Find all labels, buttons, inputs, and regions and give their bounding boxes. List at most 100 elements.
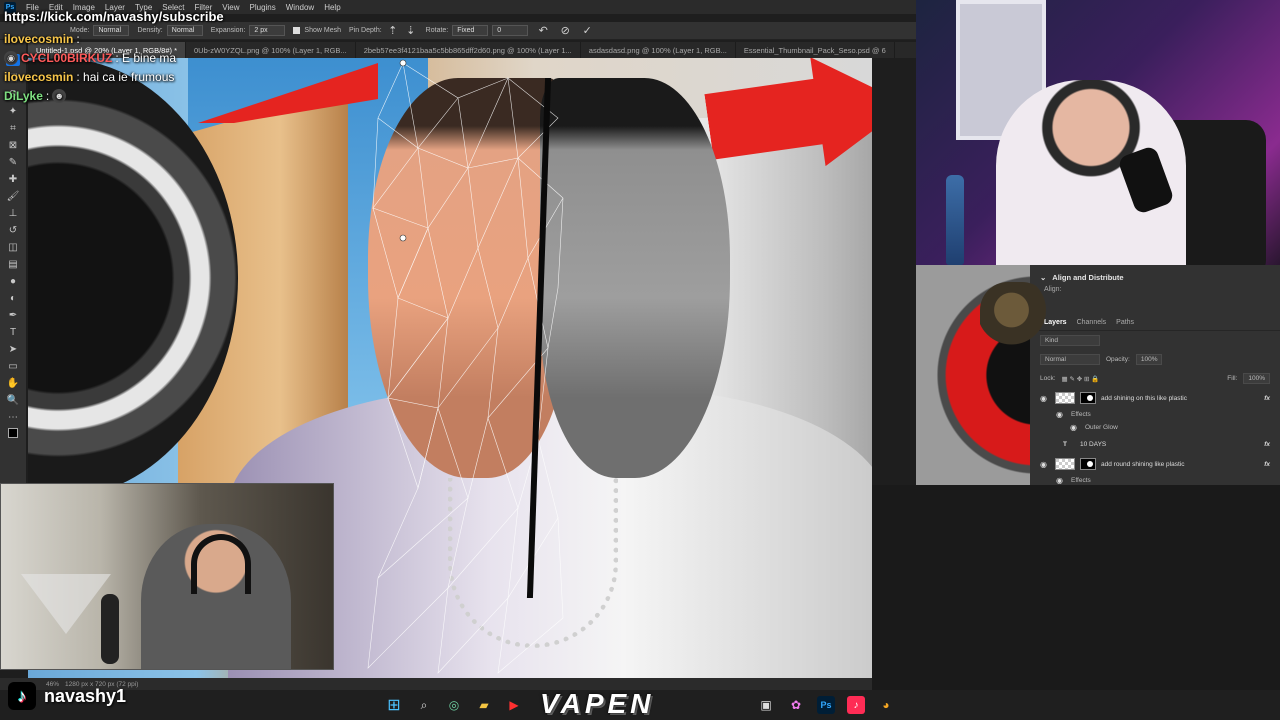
- gradient-tool-icon[interactable]: ▤: [6, 258, 20, 270]
- type-tool-icon[interactable]: T: [6, 326, 20, 338]
- tab-2beb57[interactable]: 2beb57ee3f4121baa5c5bb865dff2d60.png @ 1…: [356, 42, 581, 58]
- blend-row: Normal Opacity: 100%: [1030, 350, 1280, 369]
- menu-plugins[interactable]: Plugins: [250, 3, 276, 12]
- chat-badge-icon: ◉: [4, 51, 18, 65]
- eye-icon[interactable]: ◉: [1056, 476, 1066, 485]
- stamp-tool-icon[interactable]: ⊥: [6, 207, 20, 219]
- brush-tool-icon[interactable]: 🖌: [6, 190, 20, 202]
- fill-input[interactable]: 100%: [1243, 373, 1270, 384]
- layer-row[interactable]: T 10 DAYS fx: [1030, 434, 1280, 454]
- tiktok-app-icon[interactable]: ♪: [847, 696, 865, 714]
- pin-forward-icon[interactable]: ⇡: [386, 25, 400, 37]
- sponsor-logo: VAPEN: [540, 688, 655, 719]
- search-icon[interactable]: ⌕: [415, 696, 433, 714]
- layer-name[interactable]: add round shining like plastic: [1101, 461, 1184, 468]
- mascot-sticker: [980, 282, 1050, 352]
- empty-area: [872, 485, 1280, 690]
- show-mesh-label: Show Mesh: [304, 27, 341, 34]
- blur-tool-icon[interactable]: ●: [6, 275, 20, 287]
- cancel-icon[interactable]: ⊘: [558, 25, 572, 37]
- more-tools-icon[interactable]: ⋯: [6, 411, 20, 423]
- foreground-color-swatch[interactable]: [8, 428, 18, 438]
- type-layer-icon: T: [1063, 440, 1067, 448]
- eraser-tool-icon[interactable]: ◫: [6, 241, 20, 253]
- rotate-angle-input[interactable]: 0: [492, 25, 529, 36]
- headphones-icon: [191, 534, 251, 594]
- rotate-option: Rotate: Fixed 0: [426, 25, 529, 36]
- hand-tool-icon[interactable]: ✋: [6, 377, 20, 389]
- commit-check-icon[interactable]: ✓: [580, 25, 594, 37]
- chat-overlay: ilovecosmin : ◉ CYCL00BIRKUZ : E bine ma…: [4, 32, 284, 108]
- crop-tool-icon[interactable]: ⌗: [6, 122, 20, 134]
- pin-depth-label: Pin Depth:: [348, 27, 382, 34]
- layer-row[interactable]: ◉ add shining on this like plastic fx: [1030, 388, 1280, 408]
- windows-start-icon[interactable]: ⊞: [385, 696, 403, 714]
- bottle: [946, 175, 964, 265]
- opacity-input[interactable]: 100%: [1135, 354, 1163, 365]
- streamer-webcam: [916, 0, 1280, 265]
- lock-row: Lock: ▦ ✎ ✥ ⊞ 🔒 Fill: 100%: [1030, 369, 1280, 388]
- layer-name[interactable]: add shining on this like plastic: [1101, 395, 1187, 402]
- show-mesh-checkbox[interactable]: [293, 27, 301, 34]
- chat-message: ◉ CYCL00BIRKUZ : E bine ma: [4, 51, 284, 65]
- chat-message: ilovecosmin :: [4, 32, 284, 46]
- app-icon-2[interactable]: ◕: [877, 696, 895, 714]
- eyedropper-tool-icon[interactable]: ✎: [6, 156, 20, 168]
- align-distribute-title: Align and Distribute: [1052, 273, 1124, 282]
- photoshop-icon[interactable]: Ps: [817, 696, 835, 714]
- layers-tabs: Layers Channels Paths: [1030, 295, 1280, 331]
- healing-tool-icon[interactable]: ✚: [6, 173, 20, 185]
- blend-mode-select[interactable]: Normal: [1040, 354, 1100, 365]
- layer-name[interactable]: 10 DAYS: [1080, 441, 1106, 448]
- tab-essential-thumbnail[interactable]: Essential_Thumbnail_Pack_Seso.psd @ 6: [736, 42, 895, 58]
- tab-asdasdasd[interactable]: asdasdasd.png @ 100% (Layer 1, RGB...: [581, 42, 736, 58]
- eye-icon[interactable]: ◉: [1070, 423, 1080, 432]
- history-brush-icon[interactable]: ↺: [6, 224, 20, 236]
- app-icon[interactable]: ✿: [787, 696, 805, 714]
- subscribe-url: https://kick.com/navashy/subscribe: [4, 9, 224, 24]
- file-explorer-icon[interactable]: ▰: [475, 696, 493, 714]
- effects-label: Effects: [1071, 411, 1091, 418]
- kind-filter[interactable]: Kind: [1040, 335, 1100, 346]
- status-bar: 46% 1280 px x 720 px (72 ppi): [0, 678, 872, 690]
- martini-glass: [21, 574, 111, 634]
- menu-window[interactable]: Window: [286, 3, 314, 12]
- align-distribute-header[interactable]: ⌄ Align and Distribute: [1030, 265, 1280, 284]
- align-label: Align:: [1044, 286, 1062, 293]
- shape-tool-icon[interactable]: ▭: [6, 360, 20, 372]
- layer-mask-thumbnail[interactable]: [1080, 458, 1096, 470]
- rotate-select[interactable]: Fixed: [452, 25, 489, 36]
- show-mesh-option[interactable]: Show Mesh: [293, 27, 341, 34]
- fx-icon[interactable]: fx: [1264, 441, 1270, 448]
- chat-username: ilovecosmin: [4, 32, 74, 46]
- eye-icon[interactable]: ◉: [1040, 460, 1050, 469]
- tab-channels[interactable]: Channels: [1077, 319, 1107, 326]
- chevron-down-icon[interactable]: ⌄: [1040, 273, 1046, 282]
- fx-icon[interactable]: fx: [1264, 395, 1270, 402]
- opacity-label: Opacity:: [1106, 356, 1130, 363]
- tiktok-username: navashy1: [44, 685, 127, 706]
- copilot-icon[interactable]: ◎: [445, 696, 463, 714]
- zoom-tool-icon[interactable]: 🔍: [6, 394, 20, 406]
- chat-username: ilovecosmin: [4, 70, 74, 84]
- pen-tool-icon[interactable]: ✒: [6, 309, 20, 321]
- chat-username: CYCL00BIRKUZ: [21, 51, 113, 65]
- pin-backward-icon[interactable]: ⇣: [404, 25, 418, 37]
- eye-icon[interactable]: ◉: [1040, 394, 1050, 403]
- frame-tool-icon[interactable]: ⊠: [6, 139, 20, 151]
- layer-row[interactable]: ◉ add round shining like plastic fx: [1030, 454, 1280, 474]
- epic-games-icon[interactable]: ▣: [757, 696, 775, 714]
- youtube-icon[interactable]: ▶: [505, 696, 523, 714]
- path-select-tool-icon[interactable]: ➤: [6, 343, 20, 355]
- lock-icons[interactable]: ▦ ✎ ✥ ⊞ 🔒: [1062, 375, 1100, 383]
- menu-view[interactable]: View: [222, 3, 239, 12]
- dodge-tool-icon[interactable]: ◐: [6, 292, 20, 304]
- fx-icon[interactable]: fx: [1264, 461, 1270, 468]
- pin-depth-option: Pin Depth: ⇡ ⇣: [349, 25, 418, 37]
- eye-icon[interactable]: ◉: [1056, 410, 1066, 419]
- menu-help[interactable]: Help: [324, 3, 340, 12]
- undo-icon[interactable]: ↶: [536, 25, 550, 37]
- tab-paths[interactable]: Paths: [1116, 319, 1134, 326]
- effect-name: Outer Glow: [1085, 424, 1118, 431]
- layer-mask-thumbnail[interactable]: [1080, 392, 1096, 404]
